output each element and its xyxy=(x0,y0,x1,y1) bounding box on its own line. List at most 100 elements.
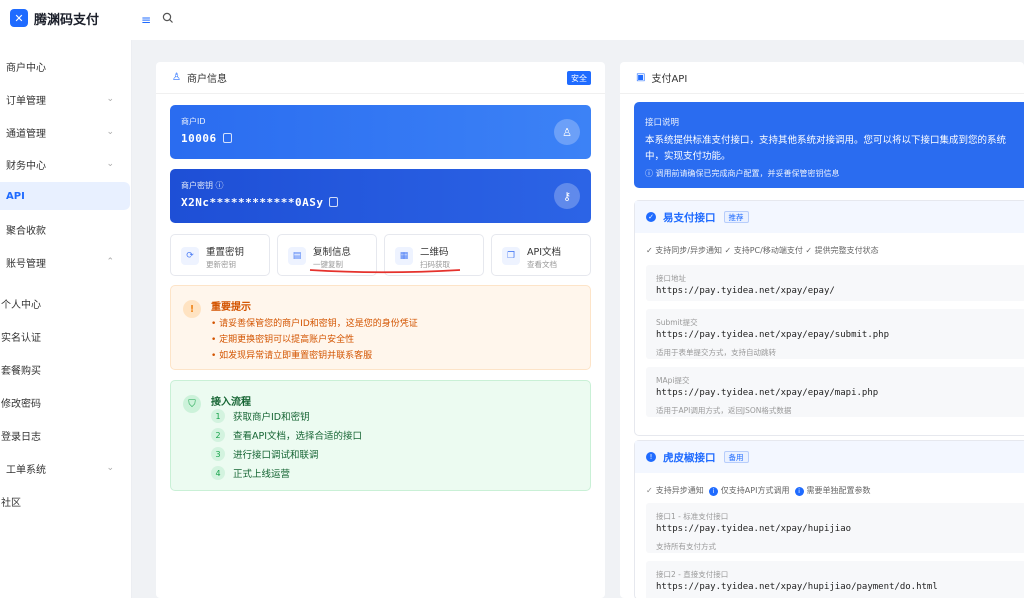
sidebar-item-account[interactable]: 账号管理 ⌃ xyxy=(0,248,130,276)
url-value[interactable]: https://pay.tyidea.net/xpay/hupijiao/pay… xyxy=(656,582,938,592)
sidebar-item-api[interactable]: API xyxy=(0,182,130,210)
reset-key-button[interactable]: ⟳ 重置密钥 更新密钥 xyxy=(170,234,270,276)
sidebar-item-packages[interactable]: 套餐购买 xyxy=(0,355,130,383)
flow-step: 4 正式上线运营 xyxy=(211,466,290,480)
url-value[interactable]: https://pay.tyidea.net/xpay/epay/mapi.ph… xyxy=(656,388,878,398)
api-card-title: 支付API xyxy=(651,74,688,85)
notice-item: • 请妥善保管您的商户ID和密钥，这是您的身份凭证 xyxy=(211,319,418,329)
merchant-id-row: 10006 xyxy=(181,132,232,145)
merchant-id-label: 商户ID xyxy=(181,117,206,126)
merchant-card-title: 商户信息 xyxy=(186,74,227,85)
flow-step: 3 进行接口调试和联调 xyxy=(211,447,319,461)
api-card-header: ▣ 支付API xyxy=(620,62,1024,94)
sidebar-item-profile[interactable]: 个人中心 xyxy=(0,289,130,317)
step-number: 3 xyxy=(211,447,225,461)
sidebar-item-finance[interactable]: 财务中心 ⌄ xyxy=(0,150,130,178)
user-circle-icon: ♙ xyxy=(554,119,580,145)
action-title: API文档 xyxy=(527,247,562,258)
step-text: 获取商户ID和密钥 xyxy=(233,412,310,423)
step-number: 2 xyxy=(211,428,225,442)
sidebar-item-login-log[interactable]: 登录日志 xyxy=(0,421,130,449)
url-value[interactable]: https://pay.tyidea.net/xpay/epay/ xyxy=(656,286,835,296)
brand-logo[interactable]: ✕ 腾渊码支付 xyxy=(10,9,99,28)
recommended-tag: 推荐 xyxy=(723,211,749,223)
feature-text: 需要单独配置参数 xyxy=(806,486,871,495)
notice-item: • 定期更换密钥可以提高账户安全性 xyxy=(211,335,355,345)
merchant-key-label-row: 商户密钥 ⓘ xyxy=(181,180,224,191)
merchant-card-header: ♙ 商户信息 安全 xyxy=(156,62,605,94)
important-notice: ! 重要提示 • 请妥善保管您的商户ID和密钥，这是您的身份凭证 • 定期更换密… xyxy=(170,285,591,370)
info-icon: i xyxy=(794,487,804,496)
sidebar-item-label: 财务中心 xyxy=(6,160,46,172)
search-icon[interactable] xyxy=(162,12,174,24)
payment-api-card: ▣ 支付API 接口说明 本系统提供标准支付接口，支持其他系统对接调用。您可以将… xyxy=(620,62,1024,598)
sidebar-item-tickets[interactable]: 工单系统 ⌄ xyxy=(0,454,130,482)
docs-icon: ❐ xyxy=(502,247,520,265)
sidebar-item-merchant-center[interactable]: 商户中心 xyxy=(0,52,130,80)
sidebar-item-label: 通道管理 xyxy=(6,128,46,140)
chevron-down-icon: ⌄ xyxy=(106,94,114,104)
info-icon: ⓘ xyxy=(215,181,224,190)
refresh-icon: ⟳ xyxy=(181,247,199,265)
sidebar-item-label: API xyxy=(6,190,25,202)
api-intro-panel: 接口说明 本系统提供标准支付接口，支持其他系统对接调用。您可以将以下接口集成到您… xyxy=(634,102,1024,188)
sidebar-item-verify[interactable]: 实名认证 xyxy=(0,322,130,350)
intro-note: ⓘ 调用前请确保已完成商户配置，并妥善保管密钥信息 xyxy=(645,169,840,178)
check-icon: ✓ xyxy=(646,486,653,495)
merchant-key-row: X2Nc************0ASy xyxy=(181,196,339,209)
action-title: 重置密钥 xyxy=(206,247,245,258)
merchant-info-card: ♙ 商户信息 安全 商户ID 10006 ♙ 商户密钥 ⓘ X2Nc******… xyxy=(156,62,605,598)
sidebar-item-aggregate[interactable]: 聚合收款 xyxy=(0,215,130,243)
flow-title: 接入流程 xyxy=(211,397,251,408)
sidebar-item-channels[interactable]: 通道管理 ⌄ xyxy=(0,118,130,146)
flow-step: 1 获取商户ID和密钥 xyxy=(211,409,310,423)
url-label: 接口地址 xyxy=(656,274,686,283)
merchant-id-panel: 商户ID 10006 ♙ xyxy=(170,105,591,159)
sidebar-item-label: 个人中心 xyxy=(1,299,41,311)
merchant-id-value: 10006 xyxy=(181,132,217,145)
copy-icon[interactable] xyxy=(222,133,232,143)
url-block: MApi提交 https://pay.tyidea.net/xpay/epay/… xyxy=(646,367,1024,417)
feature-text: 支持异步通知 xyxy=(655,486,704,495)
backup-tag: 备用 xyxy=(723,451,749,463)
sidebar-item-orders[interactable]: 订单管理 ⌄ xyxy=(0,85,130,113)
step-text: 正式上线运营 xyxy=(233,469,291,480)
intro-text: 本系统提供标准支付接口，支持其他系统对接调用。您可以将以下接口集成到您的系统中，… xyxy=(645,135,1007,162)
menu-toggle-icon[interactable]: ≡ xyxy=(141,13,151,27)
url-label: 接口2 - 直接支付接口 xyxy=(656,570,729,579)
chevron-down-icon: ⌄ xyxy=(106,463,114,473)
step-text: 查看API文档，选择合适的接口 xyxy=(233,431,363,442)
url-label: 接口1 - 标准支付接口 xyxy=(656,512,729,521)
check-circle-icon: ✓ xyxy=(646,212,656,222)
url-value[interactable]: https://pay.tyidea.net/xpay/epay/submit.… xyxy=(656,330,889,340)
sidebar-item-label: 套餐购买 xyxy=(1,365,41,377)
url-note: 适用于表单提交方式，支持自动跳转 xyxy=(656,348,776,357)
feature-text: 仅支持API方式调用 xyxy=(720,486,790,495)
hupijiao-interface-panel: ! 虎皮椒接口 备用 V ✓支持异步通知 i仅支持API方式调用 i需要单独配置… xyxy=(634,440,1024,598)
sidebar-item-label: 账号管理 xyxy=(6,258,46,270)
document-icon: ▤ xyxy=(288,247,306,265)
notice-item: • 如发现异常请立即重置密钥并联系客服 xyxy=(211,351,373,361)
api-docs-button[interactable]: ❐ API文档 查看文档 xyxy=(491,234,591,276)
intro-title: 接口说明 xyxy=(645,118,680,128)
url-value[interactable]: https://pay.tyidea.net/xpay/hupijiao xyxy=(656,524,851,534)
url-label: Submit提交 xyxy=(656,318,698,327)
user-icon: ♙ xyxy=(172,72,181,83)
red-underline-annotation xyxy=(309,269,461,274)
sidebar-item-password[interactable]: 修改密码 xyxy=(0,388,130,416)
info-circle-icon: ! xyxy=(646,452,656,462)
action-title: 二维码 xyxy=(420,247,449,258)
url-note: 支持所有支付方式 xyxy=(656,542,716,551)
merchant-key-panel: 商户密钥 ⓘ X2Nc************0ASy ⚷ xyxy=(170,169,591,223)
url-block: 接口2 - 直接支付接口 https://pay.tyidea.net/xpay… xyxy=(646,561,1024,598)
key-icon: ⚷ xyxy=(554,183,580,209)
sidebar-item-community[interactable]: 社区 xyxy=(0,487,130,515)
url-block: Submit提交 https://pay.tyidea.net/xpay/epa… xyxy=(646,309,1024,359)
sidebar-item-label: 订单管理 xyxy=(6,95,46,107)
url-block: 接口地址 https://pay.tyidea.net/xpay/epay/ xyxy=(646,265,1024,301)
copy-icon[interactable] xyxy=(329,197,339,207)
sidebar: 商户中心 订单管理 ⌄ 通道管理 ⌄ 财务中心 ⌄ API 聚合收款 账号管理 ⌃ 个人… xyxy=(0,40,132,598)
action-title: 复制信息 xyxy=(313,247,352,258)
sidebar-item-label: 工单系统 xyxy=(6,464,46,476)
security-badge: 安全 xyxy=(567,71,591,85)
